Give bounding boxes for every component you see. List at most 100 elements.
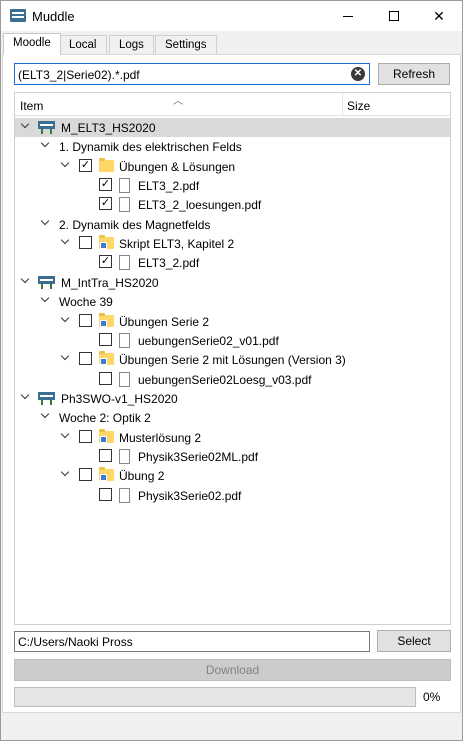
folder-link-icon [99, 467, 114, 482]
checkbox[interactable]: ✓ [99, 255, 112, 269]
tree-row[interactable]: Übungen Serie 2 mit Lösungen (Version 3) [15, 350, 450, 369]
chevron-down-icon[interactable] [21, 276, 31, 286]
refresh-button[interactable]: Refresh [378, 63, 450, 85]
moodle-panel: (ELT3_2|Serie02).*.pdf ✕ Refresh ︿ Item … [2, 54, 461, 713]
download-path-value: C:/Users/Naoki Pross [18, 635, 133, 649]
tree-row[interactable]: ✓ ELT3_2.pdf [15, 253, 450, 272]
tab-local[interactable]: Local [59, 35, 107, 55]
progress-percent: 0% [423, 690, 441, 704]
folder-link-icon [99, 235, 114, 250]
column-divider[interactable] [342, 93, 343, 115]
tree-row[interactable]: Woche 39 [15, 292, 450, 311]
chevron-down-icon[interactable] [61, 469, 71, 479]
chevron-down-icon[interactable] [41, 140, 51, 150]
chevron-down-icon[interactable] [61, 237, 71, 247]
course-tree[interactable]: ︿ Item Size M_ELT3_HS2020 1. Dynamik des … [14, 92, 451, 625]
checkbox[interactable] [79, 429, 92, 443]
checkbox[interactable] [99, 332, 112, 346]
tree-row[interactable]: ✓ ELT3_2_loesungen.pdf [15, 195, 450, 214]
tree-row[interactable]: M_ELT3_HS2020 [15, 118, 450, 137]
tree-row[interactable]: M_IntTra_HS2020 [15, 273, 450, 292]
tree-item-label: Skript ELT3, Kapitel 2 [119, 237, 235, 252]
file-icon [119, 487, 130, 503]
chevron-down-icon[interactable] [41, 295, 51, 305]
chevron-down-icon[interactable] [21, 121, 31, 131]
tree-item-label: uebungenSerie02Loesg_v03.pdf [138, 372, 312, 387]
chevron-down-icon[interactable] [61, 431, 71, 441]
chevron-down-icon[interactable] [41, 218, 51, 228]
maximize-icon [389, 11, 399, 21]
folder-link-icon [99, 312, 114, 327]
minimize-button[interactable] [325, 1, 371, 31]
tree-row[interactable]: uebungenSerie02_v01.pdf [15, 331, 450, 350]
download-button[interactable]: Download [14, 659, 451, 681]
folder-link-icon [99, 428, 114, 443]
checkbox[interactable] [99, 448, 112, 462]
file-icon [119, 197, 130, 213]
checkbox[interactable]: ✓ [99, 197, 112, 211]
tree-row[interactable]: uebungenSerie02Loesg_v03.pdf [15, 370, 450, 389]
tree-row[interactable]: Übungen Serie 2 [15, 312, 450, 331]
chevron-down-icon[interactable] [61, 315, 71, 325]
folder-icon [99, 157, 114, 172]
tree-item-label: M_IntTra_HS2020 [61, 275, 159, 290]
title-bar[interactable]: Muddle ✕ [1, 1, 462, 31]
search-value: (ELT3_2|Serie02).*.pdf [18, 68, 140, 82]
tree-item-label: Ph3SWO-v1_HS2020 [61, 391, 178, 406]
clear-icon[interactable]: ✕ [351, 67, 365, 81]
tree-item-label: Physik3Serie02ML.pdf [138, 449, 259, 464]
checkbox[interactable]: ✓ [99, 178, 112, 192]
checkbox[interactable] [79, 352, 92, 366]
tree-item-label: Woche 39 [59, 295, 113, 310]
file-icon [119, 255, 130, 271]
checkbox[interactable] [99, 371, 112, 385]
window-title: Muddle [32, 9, 75, 24]
tab-settings[interactable]: Settings [155, 35, 217, 55]
tree-item-label: Übungen Serie 2 [119, 314, 210, 329]
tab-logs[interactable]: Logs [109, 35, 154, 55]
course-icon [38, 391, 55, 405]
file-icon [119, 371, 130, 387]
chevron-down-icon[interactable] [61, 160, 71, 170]
checkbox[interactable] [99, 487, 112, 501]
tab-moodle[interactable]: Moodle [3, 33, 61, 55]
tree-row[interactable]: Musterlösung 2 [15, 428, 450, 447]
tree-item-label: M_ELT3_HS2020 [61, 121, 156, 135]
tree-item-label: Musterlösung 2 [119, 430, 202, 445]
tree-item-label: 2. Dynamik des Magnetfelds [59, 217, 211, 232]
tree-row[interactable]: Ph3SWO-v1_HS2020 [15, 389, 450, 408]
checkbox[interactable] [79, 468, 92, 482]
tree-header: ︿ Item Size [15, 93, 450, 116]
chevron-down-icon[interactable] [61, 353, 71, 363]
tree-row[interactable]: Skript ELT3, Kapitel 2 [15, 234, 450, 253]
file-icon [119, 332, 130, 348]
tree-row[interactable]: ✓ ELT3_2.pdf [15, 176, 450, 195]
select-button[interactable]: Select [377, 630, 451, 652]
maximize-button[interactable] [371, 1, 417, 31]
course-icon [38, 275, 55, 289]
tree-item-label: Übungen & Lösungen [119, 159, 236, 174]
tree-item-label: uebungenSerie02_v01.pdf [138, 333, 279, 348]
tree-row[interactable]: Woche 2: Optik 2 [15, 408, 450, 427]
tree-row[interactable]: Physik3Serie02.pdf [15, 486, 450, 505]
search-input[interactable]: (ELT3_2|Serie02).*.pdf ✕ [14, 63, 370, 85]
tree-row[interactable]: Physik3Serie02ML.pdf [15, 447, 450, 466]
column-item[interactable]: Item [20, 99, 43, 113]
minimize-icon [343, 15, 353, 17]
download-path-field[interactable]: C:/Users/Naoki Pross [14, 631, 370, 652]
tree-row[interactable]: 1. Dynamik des elektrischen Felds [15, 137, 450, 156]
tree-row[interactable]: 2. Dynamik des Magnetfelds [15, 215, 450, 234]
close-button[interactable]: ✕ [416, 1, 462, 31]
tree-item-label: Übungen Serie 2 mit Lösungen (Version 3) [119, 353, 346, 368]
column-size[interactable]: Size [347, 99, 370, 113]
tree-row[interactable]: Übung 2 [15, 466, 450, 485]
checkbox[interactable] [79, 236, 92, 250]
checkbox[interactable]: ✓ [79, 158, 92, 172]
checkbox[interactable] [79, 313, 92, 327]
chevron-down-icon[interactable] [21, 392, 31, 402]
file-icon [119, 448, 130, 464]
chevron-down-icon[interactable] [41, 411, 51, 421]
tree-row[interactable]: ✓ Übungen & Lösungen [15, 157, 450, 176]
course-icon [38, 121, 55, 134]
file-icon [119, 178, 130, 194]
